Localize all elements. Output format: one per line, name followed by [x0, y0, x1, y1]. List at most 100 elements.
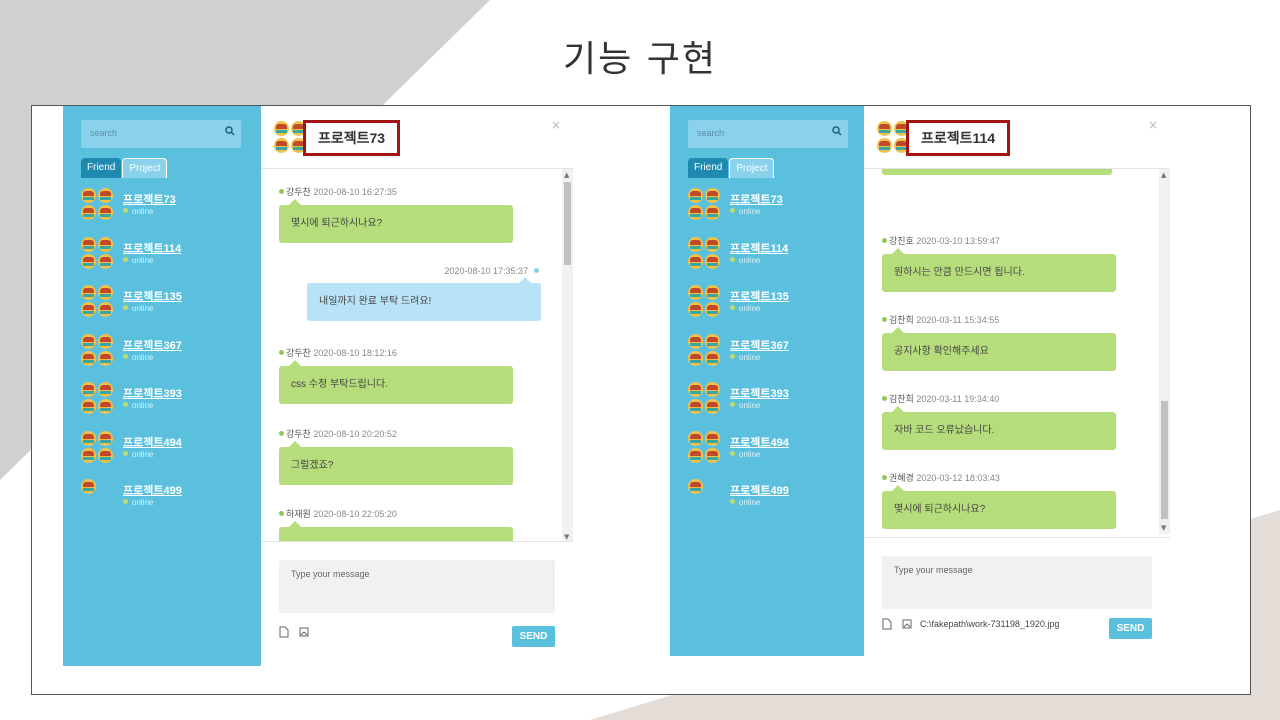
tab-bar: Friend Project: [688, 158, 775, 180]
online-status-dot: [123, 208, 128, 213]
message-meta: 김찬희 2020-03-11 19:34:40: [882, 392, 1116, 405]
scroll-up-arrow-icon[interactable]: ▲: [564, 171, 569, 179]
message-list[interactable]: 강두찬 2020-08-10 16:27:35 몇시에 퇴근하시나요? 2020-0…: [261, 169, 573, 543]
image-icon[interactable]: [299, 626, 309, 638]
online-status-dot: [123, 450, 128, 456]
send-button[interactable]: SEND: [1109, 618, 1152, 639]
scrollbar[interactable]: ▲ ▼: [1159, 169, 1170, 534]
online-status-dot: [123, 402, 128, 407]
contact-name[interactable]: 프로젝트367: [123, 337, 182, 353]
contact-name[interactable]: 프로젝트367: [730, 337, 789, 353]
contact-item[interactable]: 프로젝트367 online: [81, 332, 251, 381]
contact-status-text: online: [132, 449, 154, 459]
compose-area: Type your message C:\fakepath\work-73119…: [864, 537, 1170, 656]
sender-dot: [882, 317, 887, 322]
message-time: 2020-08-10 20:20:52: [313, 428, 397, 439]
sender-dot: [279, 511, 284, 516]
scroll-up-arrow-icon[interactable]: ▲: [1161, 171, 1166, 179]
tab-friend[interactable]: Friend: [81, 158, 122, 178]
contact-name[interactable]: 프로젝트73: [730, 191, 783, 207]
contact-name[interactable]: 프로젝트499: [730, 482, 789, 498]
chat-title: 프로젝트114: [906, 120, 1011, 156]
contact-item[interactable]: 프로젝트135 online: [688, 283, 858, 332]
sender-dot: [279, 430, 284, 436]
message-bubble: 내일까지 완료 부탁 드려요!: [307, 276, 541, 321]
tab-project[interactable]: Project: [729, 158, 775, 178]
message-sender: 강두찬: [286, 187, 311, 197]
scrollbar[interactable]: ▲ ▼: [562, 169, 573, 543]
message-time: 2020-08-10 17:35:37: [444, 265, 528, 276]
search-icon[interactable]: [832, 126, 842, 136]
contact-name[interactable]: 프로젝트393: [730, 385, 789, 401]
image-icon[interactable]: [902, 618, 912, 630]
search-icon[interactable]: [225, 126, 235, 136]
message-list[interactable]: 그렇겠죠?강진호 2020-03-10 13:59:47원하시는 만큼 만드시면…: [864, 169, 1170, 534]
message-bubble: 몇시에 퇴근하시나요?: [882, 485, 1116, 529]
scroll-down-arrow-icon[interactable]: ▼: [564, 533, 569, 541]
contact-item[interactable]: 프로젝트73 online: [688, 186, 858, 235]
scroll-down-arrow-icon[interactable]: ▼: [1161, 524, 1166, 532]
message-incoming: 강두찬 2020-08-10 20:20:52 그럴겠죠?: [279, 427, 513, 485]
contact-name[interactable]: 프로젝트135: [123, 288, 182, 304]
close-icon[interactable]: ×: [551, 118, 561, 132]
online-status-dot: [730, 499, 735, 504]
chat-header: 프로젝트73 ×: [261, 106, 573, 169]
file-icon[interactable]: [882, 618, 892, 630]
message-sender: 하재원: [286, 509, 311, 519]
message-sender: 강두찬: [286, 428, 311, 439]
contact-status-text: online: [132, 498, 154, 507]
message-meta: 강진호 2020-03-10 13:59:47: [882, 234, 1116, 247]
project-avatar-icon: [688, 285, 722, 319]
search-input[interactable]: search: [81, 120, 241, 148]
contact-item[interactable]: 프로젝트499 online: [688, 477, 858, 526]
message-sender: 권혜경: [889, 473, 914, 483]
contact-item[interactable]: 프로젝트393 online: [81, 380, 251, 429]
send-button[interactable]: SEND: [512, 626, 555, 647]
contact-status: online: [123, 304, 153, 313]
project-avatar-icon: [688, 236, 722, 271]
contact-status: online: [730, 498, 760, 507]
scrollbar-thumb[interactable]: [564, 182, 571, 265]
tab-project[interactable]: Project: [122, 158, 168, 178]
contact-item[interactable]: 프로젝트73 online: [81, 186, 251, 235]
search-placeholder: search: [697, 128, 725, 138]
contact-status: online: [730, 401, 760, 410]
close-icon[interactable]: ×: [1148, 118, 1158, 132]
contact-name[interactable]: 프로젝트114: [730, 240, 788, 256]
contact-name[interactable]: 프로젝트73: [123, 191, 176, 207]
contact-item[interactable]: 프로젝트114 online: [688, 235, 858, 284]
project-avatar-icon: [81, 382, 115, 416]
message-input-placeholder: Type your message: [291, 569, 370, 579]
message-input[interactable]: Type your message: [882, 556, 1152, 609]
contact-item[interactable]: 프로젝트367 online: [688, 332, 858, 381]
message-time: 2020-08-10 22:05:20: [313, 509, 397, 519]
contact-item[interactable]: 프로젝트499 online: [81, 477, 251, 526]
contact-item[interactable]: 프로젝트114 online: [81, 235, 251, 284]
contact-status: online: [123, 207, 153, 216]
search-input[interactable]: search: [688, 120, 848, 148]
message-input[interactable]: Type your message: [279, 560, 555, 613]
screenshot-frame: search Friend Project 프로젝트73 online 프로젝트114…: [31, 105, 1251, 695]
contact-item[interactable]: 프로젝트393 online: [688, 380, 858, 429]
message-bubble: 공지사항 확인해주세요: [882, 327, 1116, 371]
contact-item[interactable]: 프로젝트494 online: [688, 429, 858, 478]
message-incoming: 김찬희 2020-03-11 15:34:55 공지사항 확인해주세요: [882, 313, 1116, 371]
contact-name[interactable]: 프로젝트494: [730, 434, 789, 450]
contact-status: online: [730, 450, 760, 459]
sender-dot: [882, 396, 887, 401]
contact-name[interactable]: 프로젝트393: [123, 385, 182, 401]
message-incoming: 하재원 2020-08-10 22:05:20: [279, 507, 513, 543]
scrollbar-thumb[interactable]: [1161, 401, 1168, 519]
compose-area: Type your message SEND: [261, 541, 573, 666]
tab-friend[interactable]: Friend: [688, 158, 729, 178]
message-sender: 김찬희: [889, 394, 914, 404]
contact-item[interactable]: 프로젝트494 online: [81, 429, 251, 478]
online-status-dot: [730, 256, 735, 262]
contact-name[interactable]: 프로젝트114: [123, 240, 181, 256]
project-avatar-icon: [688, 382, 722, 416]
file-icon[interactable]: [279, 626, 289, 638]
contact-name[interactable]: 프로젝트499: [123, 482, 182, 498]
contact-name[interactable]: 프로젝트135: [730, 288, 789, 304]
contact-name[interactable]: 프로젝트494: [123, 434, 182, 450]
contact-item[interactable]: 프로젝트135 online: [81, 283, 251, 332]
